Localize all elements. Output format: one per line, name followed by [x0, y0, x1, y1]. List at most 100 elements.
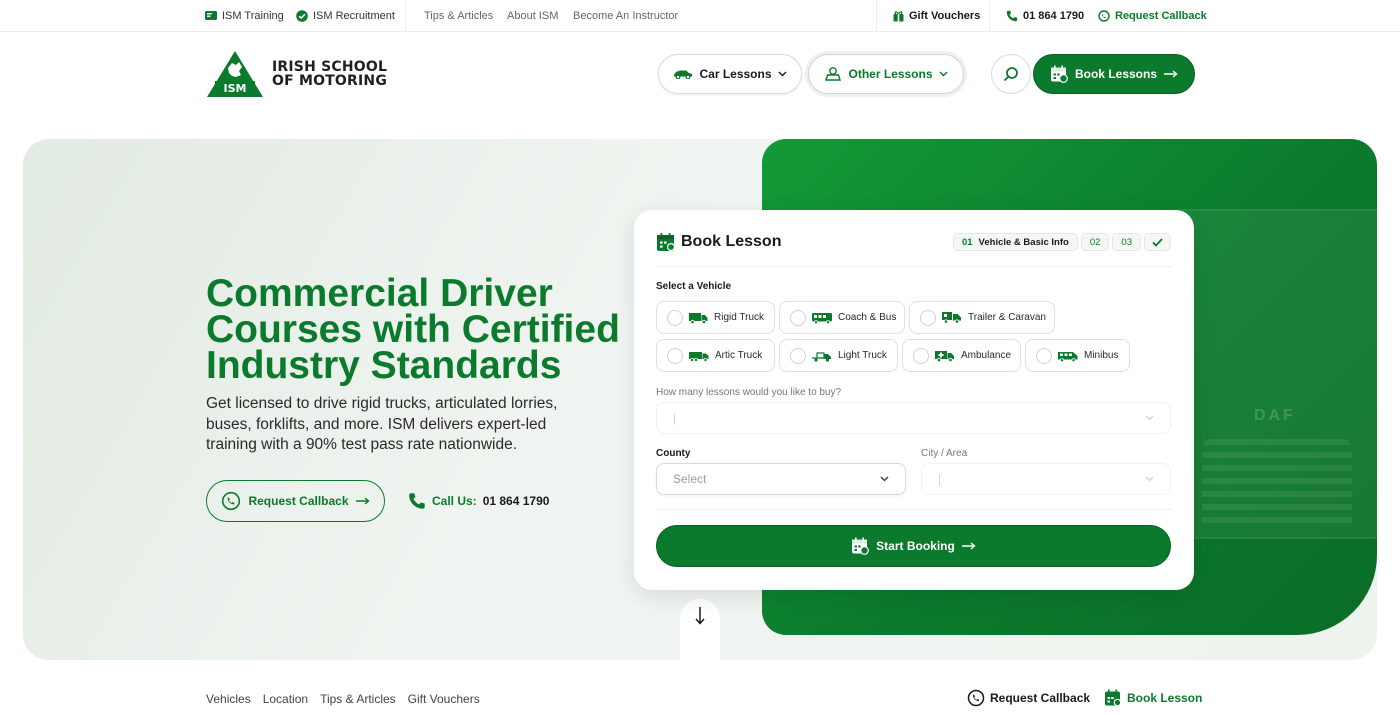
step-2[interactable]: 02 — [1080, 233, 1110, 251]
check-icon — [1152, 237, 1163, 247]
lessons-count-select[interactable]: | — [656, 402, 1171, 434]
hero-request-callback-button[interactable]: Request Callback — [206, 480, 385, 522]
booking-card-header: Book Lesson — [656, 232, 781, 252]
chevron-down-icon — [1145, 476, 1154, 482]
radio-button[interactable] — [667, 309, 683, 326]
become-instructor-link[interactable]: Become An Instructor — [573, 10, 678, 22]
logo-emblem: ISM — [207, 51, 263, 97]
section-nav-vehicles[interactable]: Vehicles — [206, 692, 251, 706]
vehicle-option-minibus[interactable]: Minibus — [1025, 339, 1130, 372]
callback-icon — [221, 491, 241, 511]
radio-button[interactable] — [667, 347, 683, 364]
county-placeholder: Select — [673, 472, 707, 486]
step-3[interactable]: 03 — [1112, 233, 1141, 251]
logo-wordmark: IRISH SCHOOL OF MOTORING — [272, 60, 387, 88]
vehicle-option-artic-truck[interactable]: Artic Truck — [656, 339, 775, 372]
truck-grille — [1202, 439, 1352, 529]
city-label: City / Area — [921, 448, 968, 459]
lessons-count-value: | — [673, 411, 677, 425]
bottom-request-callback-link[interactable]: Request Callback — [967, 689, 1090, 707]
radio-button[interactable] — [913, 347, 929, 364]
vehicle-option-rigid-truck[interactable]: Rigid Truck — [656, 301, 775, 334]
become-instructor-label: Become An Instructor — [573, 10, 679, 22]
bottom-book-lesson-link[interactable]: Book Lesson — [1104, 689, 1202, 707]
vehicle-option-trailer-caravan[interactable]: Trailer & Caravan — [909, 301, 1055, 334]
verified-badge-icon — [296, 10, 308, 22]
phone-icon — [1006, 10, 1018, 22]
vehicle-option-coach-bus[interactable]: Coach & Bus — [779, 301, 905, 334]
ambulance-icon — [935, 350, 955, 362]
radio-button[interactable] — [1036, 347, 1052, 364]
bottom-book-lesson-label: Book Lesson — [1127, 691, 1203, 705]
city-select[interactable]: | — [921, 463, 1171, 495]
search-button[interactable] — [991, 54, 1031, 94]
city-value: | — [938, 472, 942, 486]
lessons-count-label: How many lessons would you like to buy? — [656, 387, 842, 398]
ism-logo[interactable]: ISM IRISH SCHOOL OF MOTORING — [206, 50, 387, 98]
radio-button[interactable] — [790, 347, 806, 364]
about-ism-link[interactable]: About ISM — [507, 10, 558, 22]
chevron-down-icon — [880, 476, 889, 482]
search-icon — [1003, 66, 1019, 82]
phone-number: 01 864 1790 — [1023, 10, 1085, 22]
vehicle-option-light-truck[interactable]: Light Truck — [779, 339, 898, 372]
booking-steps: 01 Vehicle & Basic Info 02 03 — [952, 233, 1171, 251]
booking-card-title: Book Lesson — [681, 233, 782, 250]
chevron-down-icon — [1145, 415, 1154, 421]
other-lessons-dropdown[interactable]: Other Lessons — [808, 54, 964, 94]
arrow-down-icon — [695, 607, 705, 625]
call-label: Call Us: — [432, 494, 477, 508]
request-callback-link[interactable]: Request Callback — [1098, 10, 1207, 22]
booking-card: Book Lesson 01 Vehicle & Basic Info 02 0… — [634, 210, 1194, 590]
ism-recruitment-link[interactable]: ISM Recruitment — [296, 10, 395, 22]
training-icon — [205, 11, 217, 21]
car-icon — [673, 69, 693, 79]
arrow-right-icon — [355, 497, 370, 505]
divider — [876, 0, 877, 32]
main-header: ISM IRISH SCHOOL OF MOTORING Car Lessons… — [0, 32, 1400, 116]
ism-training-label: ISM Training — [222, 10, 284, 22]
radio-button[interactable] — [920, 309, 936, 326]
book-lessons-label: Book Lessons — [1074, 67, 1158, 81]
car-lessons-dropdown[interactable]: Car Lessons — [658, 54, 802, 94]
other-lessons-label: Other Lessons — [848, 67, 933, 81]
divider — [989, 0, 990, 32]
vehicle-option-label: Artic Truck — [715, 350, 763, 361]
bus-icon — [812, 312, 832, 324]
gift-icon — [893, 10, 904, 22]
section-nav-tips-articles[interactable]: Tips & Articles — [320, 692, 396, 706]
phone-icon — [408, 492, 426, 510]
hero-subtitle: Get licensed to drive rigid trucks, arti… — [206, 395, 558, 453]
section-nav-location[interactable]: Location — [263, 692, 308, 706]
radio-button[interactable] — [790, 309, 806, 326]
phone-link[interactable]: 01 864 1790 — [1006, 10, 1084, 22]
section-nav-gift-vouchers[interactable]: Gift Vouchers — [408, 692, 480, 706]
start-booking-button[interactable]: Start Booking — [656, 525, 1171, 567]
county-label: County — [656, 448, 691, 459]
gift-vouchers-link[interactable]: Gift Vouchers — [893, 10, 980, 22]
vehicle-option-label: Coach & Bus — [838, 312, 897, 323]
vehicle-option-label: Rigid Truck — [714, 312, 765, 323]
vehicle-option-label: Light Truck — [838, 350, 887, 361]
county-select[interactable]: Select — [656, 463, 906, 495]
select-vehicle-label: Select a Vehicle — [656, 281, 732, 292]
section-nav: Vehicles Location Tips & Articles Gift V… — [206, 692, 480, 706]
car-lessons-label: Car Lessons — [699, 67, 772, 81]
book-lessons-button[interactable]: Book Lessons — [1033, 54, 1195, 94]
step-1-label: Vehicle & Basic Info — [978, 236, 1069, 248]
start-booking-label: Start Booking — [876, 539, 955, 553]
artic-truck-icon — [689, 350, 709, 362]
step-2-number: 02 — [1089, 236, 1101, 248]
tips-articles-link[interactable]: Tips & Articles — [424, 10, 493, 22]
card-divider — [656, 266, 1172, 267]
step-complete[interactable] — [1144, 233, 1171, 251]
arrow-right-icon — [1164, 70, 1178, 78]
trailer-icon — [942, 311, 962, 324]
ism-training-link[interactable]: ISM Training — [205, 10, 284, 22]
about-ism-label: About ISM — [507, 10, 559, 22]
calendar-icon — [656, 232, 676, 252]
step-1[interactable]: 01 Vehicle & Basic Info — [952, 233, 1078, 251]
scroll-down-button[interactable] — [680, 599, 720, 660]
hero-call-link[interactable]: Call Us: 01 864 1790 — [408, 492, 549, 510]
vehicle-option-ambulance[interactable]: Ambulance — [902, 339, 1021, 372]
